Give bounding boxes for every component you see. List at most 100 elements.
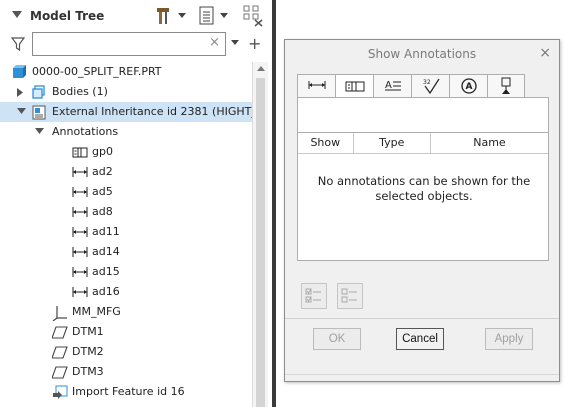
tree-item[interactable]: ad8 xyxy=(0,202,252,222)
tree-item-label: 0000-00_SPLIT_REF.PRT xyxy=(32,65,162,78)
tree-item[interactable]: MM_MFG xyxy=(0,302,252,322)
column-header-name[interactable]: Name xyxy=(431,133,548,153)
dimension-annotation-icon xyxy=(72,185,88,201)
svg-text:A: A xyxy=(385,80,392,91)
apply-button[interactable]: Apply xyxy=(485,328,533,350)
tree-item-label: ad11 xyxy=(92,225,120,238)
expand-down-icon[interactable] xyxy=(35,128,44,135)
annotation-tab[interactable] xyxy=(335,74,373,99)
annotation-tab[interactable] xyxy=(297,74,335,98)
dimension-annotation-icon xyxy=(72,265,88,281)
expand-right-icon[interactable] xyxy=(17,88,24,97)
annotation-type-tabs: A 32 A xyxy=(297,74,525,99)
deselect-all-icon xyxy=(341,288,357,303)
annotations-table: Show Type Name No annotations can be sho… xyxy=(297,132,549,261)
column-header-type[interactable]: Type xyxy=(354,133,431,153)
clear-search-icon[interactable]: × xyxy=(209,35,220,51)
dialog-divider xyxy=(285,318,559,319)
tree-item-label: DTM1 xyxy=(72,325,104,338)
model-tree-header: Model Tree xyxy=(0,0,268,32)
dimension-annotation-icon xyxy=(72,165,88,181)
chevron-down-icon xyxy=(178,13,186,18)
tree-item[interactable]: ad15 xyxy=(0,262,252,282)
datum-plane-icon xyxy=(52,365,68,381)
scroll-up-icon[interactable] xyxy=(257,66,265,71)
datum-plane-icon xyxy=(52,325,68,341)
deselect-all-button[interactable] xyxy=(337,283,363,309)
tree-item[interactable]: ad5 xyxy=(0,182,252,202)
cancel-button[interactable]: Cancel xyxy=(396,328,444,350)
tree-item-label: Annotations xyxy=(52,125,119,138)
annotation-tab[interactable]: 32 xyxy=(411,74,449,98)
tools-icon xyxy=(157,8,169,24)
tree-item-label: DTM2 xyxy=(72,345,104,358)
external-inheritance-icon xyxy=(32,105,48,121)
datum-feature-tab-icon xyxy=(501,77,511,94)
tree-item-label: ad14 xyxy=(92,245,120,258)
tree-item[interactable]: Import Feature id 16 xyxy=(0,382,252,402)
tree-scrollbar[interactable] xyxy=(252,62,268,407)
dialog-bottom-divider xyxy=(285,374,559,375)
tree-item[interactable]: DTM2 xyxy=(0,342,252,362)
collapse-tree-icon[interactable] xyxy=(12,11,22,19)
tree-item[interactable]: ad16 xyxy=(0,282,252,302)
show-annotations-dialog: Show Annotations × A 32 A Show Type Name N… xyxy=(284,39,560,382)
tree-item[interactable]: Annotations xyxy=(0,122,252,142)
filter-icon[interactable] xyxy=(11,37,25,51)
tree-item[interactable]: External Inheritance id 2381 (HIGHT_VIS xyxy=(0,102,252,122)
tree-item[interactable]: ad11 xyxy=(0,222,252,242)
tree-settings-button[interactable] xyxy=(153,5,186,27)
ok-button[interactable]: OK xyxy=(313,328,361,350)
select-all-icon xyxy=(305,288,321,303)
columns-list-icon xyxy=(199,6,214,25)
tree-item-label: ad8 xyxy=(92,205,113,218)
tree-item-label: ad2 xyxy=(92,165,113,178)
chevron-down-icon[interactable] xyxy=(231,40,239,46)
tree-item-label: DTM3 xyxy=(72,365,104,378)
tab-content-area xyxy=(297,97,549,133)
surface-finish-tab-icon: 32 xyxy=(423,78,440,95)
tree-item[interactable]: gp0 xyxy=(0,142,252,162)
tree-item[interactable]: ad14 xyxy=(0,242,252,262)
tree-item[interactable]: ad2 xyxy=(0,162,252,182)
bodies-icon xyxy=(32,85,48,101)
tree-columns-button[interactable] xyxy=(198,5,228,27)
dimension-annotation-icon xyxy=(72,285,88,301)
dimension-annotation-icon xyxy=(72,205,88,221)
datum-plane-icon xyxy=(52,345,68,361)
tree-item-label: gp0 xyxy=(92,145,113,158)
tree-structure-icon xyxy=(243,5,263,27)
dimension-annotation-icon xyxy=(72,245,88,261)
import-feature-icon xyxy=(52,385,68,401)
tree-item-label: MM_MFG xyxy=(72,305,121,318)
tree-item[interactable]: DTM1 xyxy=(0,322,252,342)
close-icon[interactable]: × xyxy=(539,45,551,61)
select-all-button[interactable] xyxy=(301,283,327,309)
chevron-down-icon xyxy=(220,13,228,18)
tree-item[interactable]: 0000-00_SPLIT_REF.PRT xyxy=(0,62,252,82)
tree-item[interactable]: DTM3 xyxy=(0,362,252,382)
annotation-tab[interactable]: A xyxy=(449,74,487,98)
dimension-tab-icon xyxy=(308,81,325,89)
symbol-tab-icon: A xyxy=(460,78,477,94)
tree-item[interactable]: Bodies (1) xyxy=(0,82,252,102)
tree-display-button[interactable] xyxy=(243,5,263,27)
svg-text:A: A xyxy=(465,82,472,92)
add-filter-icon[interactable]: + xyxy=(248,36,261,52)
selection-buttons xyxy=(301,283,363,309)
svg-text:32: 32 xyxy=(423,79,431,86)
tree-search-input[interactable] xyxy=(32,32,226,56)
column-header-show[interactable]: Show xyxy=(298,133,354,153)
expand-down-icon[interactable] xyxy=(17,108,26,115)
tree-filter-row: × + xyxy=(0,32,268,58)
note-tab-icon: A xyxy=(384,80,401,91)
tree-item-label: ad16 xyxy=(92,285,120,298)
annotation-tab[interactable]: A xyxy=(373,74,411,98)
tree-item-label: ad15 xyxy=(92,265,120,278)
tree-item-label: External Inheritance id 2381 (HIGHT_VIS xyxy=(52,105,252,118)
dimension-annotation-icon xyxy=(72,225,88,241)
annotation-tab[interactable] xyxy=(487,74,525,98)
datum-target-annotation-icon xyxy=(72,145,88,161)
scrollbar-thumb[interactable] xyxy=(256,78,265,407)
part-icon xyxy=(12,65,28,81)
